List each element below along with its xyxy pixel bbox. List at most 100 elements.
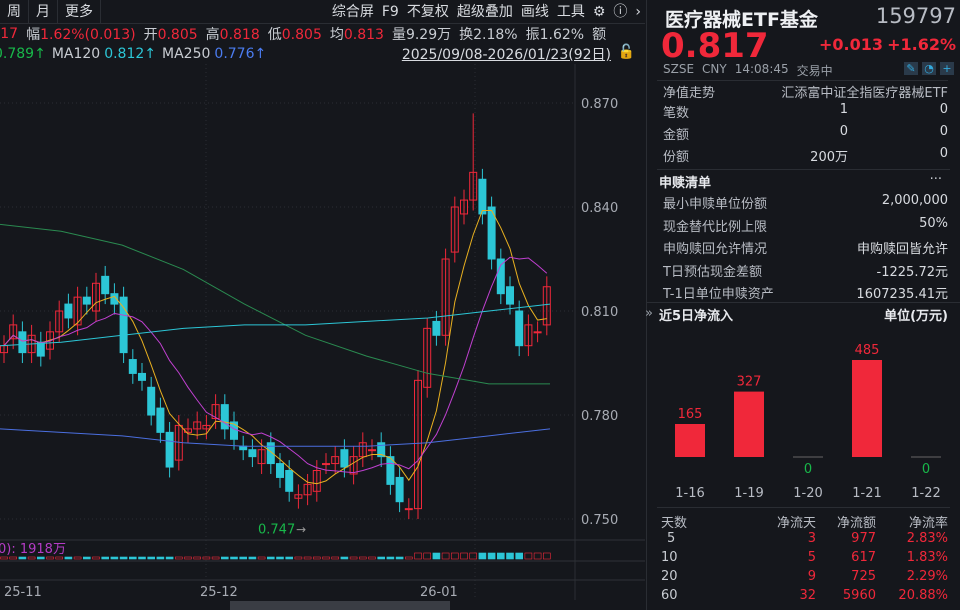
volume-bar: [139, 557, 146, 559]
flow-unit: 单位(万元): [884, 305, 948, 324]
inflow-value-label: 165: [678, 407, 703, 422]
volume-bar: [74, 557, 81, 559]
nav-index-name: 汇添富中证全指医疗器械ETF: [781, 82, 948, 101]
volume-bar: [175, 557, 182, 559]
volume-bar: [19, 557, 26, 559]
flow-table-cell: 977: [851, 531, 876, 546]
period-week-button[interactable]: 周: [0, 0, 29, 24]
volume-bar: [525, 553, 532, 559]
candle-body: [323, 464, 330, 465]
high-label: 高: [206, 27, 220, 43]
candlestick-chart[interactable]: 0.8700.8400.8100.7800.7500.747→0): 1918万…: [0, 64, 645, 610]
avg-value: 0.813: [344, 27, 384, 43]
volume-bar: [304, 557, 311, 559]
amplitude-value: 振1.62%: [526, 24, 584, 44]
arrow-icon: →: [296, 522, 306, 536]
amp-label: 幅: [26, 27, 40, 43]
f9-button[interactable]: F9: [378, 0, 403, 24]
volume-bar: [28, 557, 35, 559]
candle-body: [221, 405, 228, 429]
volume-bar: [120, 557, 127, 559]
volume-bar: [231, 557, 238, 559]
volume-bar: [507, 553, 514, 559]
add-icon[interactable]: +: [940, 62, 954, 75]
lock-icon[interactable]: 🔓: [618, 44, 635, 60]
inflow-value-label: 485: [855, 343, 880, 358]
volume-bar: [405, 557, 412, 559]
volume-bar: [56, 557, 63, 559]
date-label: 26-01: [420, 585, 458, 600]
volume-bar: [516, 553, 523, 559]
redeem-value: 50%: [919, 216, 948, 231]
candle-body: [507, 287, 514, 304]
flow-table-cell: 5: [808, 550, 816, 565]
candle-body: [249, 450, 256, 457]
fund-change: +0.013: [819, 35, 883, 54]
gear-icon[interactable]: ⚙: [589, 0, 610, 24]
period-month-button[interactable]: 月: [29, 0, 58, 24]
flow-table-cell: 9: [808, 569, 816, 584]
low-value: 0.805: [282, 27, 322, 43]
date-range-selector[interactable]: 2025/09/08-2026/01/23(92日): [402, 44, 611, 64]
redeem-label: T-1日单位申赎资产: [663, 283, 774, 302]
flow-table-cell: 20.88%: [898, 588, 948, 603]
bell-icon[interactable]: ◔: [922, 62, 936, 75]
no-adjust-button[interactable]: 不复权: [403, 0, 453, 24]
redeem-value: 2,000,000: [882, 193, 948, 208]
volume-bar: [258, 557, 265, 559]
help-icon[interactable]: ⓘ: [609, 0, 631, 24]
trade-label: 份额: [663, 146, 689, 165]
volume-bar: [488, 553, 495, 559]
trade-value-a: 1: [840, 102, 848, 117]
volume-bar: [461, 553, 468, 559]
flow-table-cell: 3: [808, 531, 816, 546]
volume-bar: [212, 557, 219, 559]
trade-label: 笔数: [663, 102, 689, 121]
edit-icon[interactable]: ✎: [904, 62, 918, 75]
chevron-right-icon[interactable]: ›: [631, 0, 645, 24]
kline-panel: 周 月 更多 综合屏 F9 不复权 超级叠加 画线 工具 ⚙ ⓘ › 0.817…: [0, 0, 645, 610]
date-label: 25-12: [200, 585, 238, 600]
more-icon[interactable]: ···: [930, 172, 942, 187]
volume-bar: [93, 557, 100, 559]
more-button[interactable]: 更多: [58, 0, 101, 24]
candle-body: [37, 342, 44, 356]
nav-row[interactable]: 净值走势 汇添富中证全指医疗器械ETF: [657, 80, 948, 101]
flow-table-header: 净流率: [909, 512, 948, 531]
draw-button[interactable]: 画线: [517, 0, 553, 24]
redeem-value: 申购赎回皆允许: [857, 238, 948, 257]
trade-value-b: 0: [940, 146, 948, 161]
quote-bar: 0.817 幅1.62%(0.013) 开0.805 高0.818 低0.805…: [0, 24, 614, 44]
overlay-button[interactable]: 超级叠加: [453, 0, 517, 24]
volume-bar: [37, 557, 44, 559]
trade-value-b: 0: [940, 102, 948, 117]
day-label: 1-21: [852, 486, 882, 501]
candle-body: [497, 259, 504, 294]
redeem-label: T日预估现金差额: [663, 261, 762, 280]
trading-status: 交易中: [797, 62, 833, 79]
flow-table-cell: 617: [851, 550, 876, 565]
collapse-arrow-icon[interactable]: »: [645, 306, 653, 321]
candle-body: [83, 297, 90, 304]
candle-body: [148, 387, 155, 415]
scrollbar-thumb[interactable]: [230, 601, 450, 610]
tools-button[interactable]: 工具: [553, 0, 589, 24]
volume-ma-label: 0): 1918万: [0, 542, 66, 557]
volume-value: 量9.29万: [392, 24, 451, 44]
flow-table-cell: 20: [661, 569, 678, 584]
candle-body: [102, 276, 109, 293]
volume-bar: [47, 557, 54, 559]
volume-bar: [240, 557, 247, 559]
composite-screen-button[interactable]: 综合屏: [328, 0, 378, 24]
redeem-label: 现金替代比例上限: [663, 216, 767, 235]
flow-table-cell: 5: [667, 531, 675, 546]
inflow-bar: [675, 424, 705, 457]
price-tick-label: 0.810: [581, 305, 618, 320]
nav-label: 净值走势: [663, 82, 715, 101]
volume-bar: [378, 557, 385, 559]
low-price-marker: 0.747: [258, 522, 295, 537]
flow-table-cell: 10: [661, 550, 678, 565]
volume-bar: [1, 557, 8, 559]
candle-body: [534, 332, 541, 333]
flow-table-cell: 32: [799, 588, 816, 603]
